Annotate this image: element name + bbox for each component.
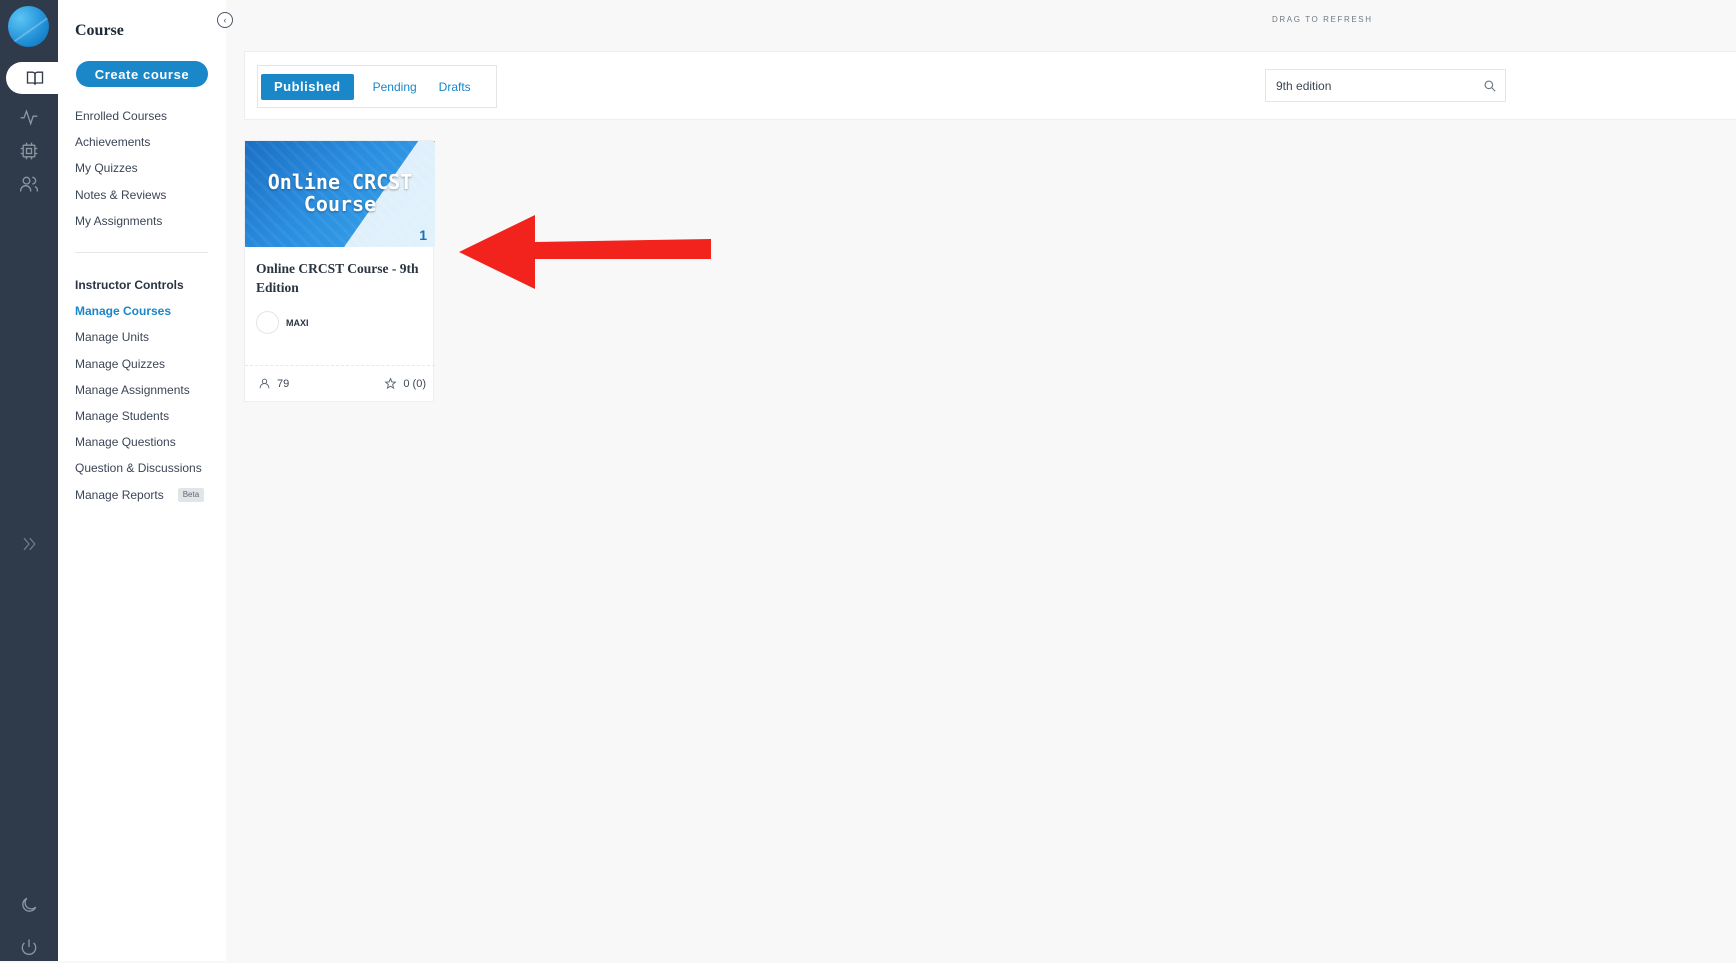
course-stats: 79 0 (0) <box>258 377 426 390</box>
avatar <box>256 311 279 334</box>
sidebar-item-notes-reviews[interactable]: Notes & Reviews <box>75 182 167 208</box>
sidebar-item-manage-students[interactable]: Manage Students <box>75 403 204 429</box>
students-value: 79 <box>277 377 290 390</box>
drag-to-refresh-hint: DRAG TO REFRESH <box>1272 15 1373 24</box>
book-icon <box>26 71 44 85</box>
thumbnail-badge: 1 <box>419 227 427 243</box>
rating-value: 0 (0) <box>403 377 426 390</box>
logout-button[interactable] <box>0 931 58 963</box>
moon-icon <box>22 897 37 912</box>
sidebar-item-manage-questions[interactable]: Manage Questions <box>75 429 204 455</box>
tab-pending[interactable]: Pending <box>362 74 428 100</box>
status-tabs: Published Pending Drafts <box>257 65 497 108</box>
sidebar-item-manage-quizzes[interactable]: Manage Quizzes <box>75 351 204 377</box>
sidebar-item-manage-courses[interactable]: Manage Courses <box>75 298 204 324</box>
user-icon <box>259 378 270 389</box>
thumbnail-text: Online CRCST Course <box>267 170 413 216</box>
student-count: 79 <box>258 377 289 390</box>
power-icon <box>21 939 37 955</box>
sidebar-item-my-quizzes[interactable]: My Quizzes <box>75 155 167 181</box>
course-thumbnail[interactable]: Online CRCST Course 1 <box>245 141 435 247</box>
dark-mode-button[interactable] <box>0 889 58 921</box>
beta-badge: Beta <box>177 488 205 503</box>
users-rail-button[interactable] <box>0 168 58 200</box>
search-input[interactable] <box>1276 79 1476 93</box>
icon-rail <box>0 0 64 963</box>
activity-rail-button[interactable] <box>0 101 58 133</box>
main-content: DRAG TO REFRESH Published Pending Drafts… <box>226 0 1736 961</box>
chip-icon <box>20 142 38 160</box>
course-rating: 0 (0) <box>384 377 426 390</box>
student-menu: Enrolled Courses Achievements My Quizzes… <box>75 103 167 234</box>
course-toolbar: Published Pending Drafts <box>244 51 1736 120</box>
chevrons-right-icon <box>23 537 36 551</box>
sidebar-item-achievements[interactable]: Achievements <box>75 129 167 155</box>
sidebar-item-manage-units[interactable]: Manage Units <box>75 324 204 350</box>
course-author: MAXI <box>256 311 309 334</box>
chip-rail-button[interactable] <box>0 135 58 167</box>
instructor-menu: Instructor Controls Manage Courses Manag… <box>75 272 205 508</box>
instructor-controls-heading: Instructor Controls <box>75 278 184 292</box>
app-logo[interactable] <box>8 6 49 47</box>
users-icon <box>20 176 38 192</box>
search-box <box>1265 69 1506 102</box>
activity-icon <box>20 109 38 126</box>
sidebar-title: Course <box>75 22 124 39</box>
course-card[interactable]: Online CRCST Course 1 Online CRCST Cours… <box>244 140 435 402</box>
sidebar-item-my-assignments[interactable]: My Assignments <box>75 208 167 234</box>
sidebar-divider <box>75 252 208 253</box>
expand-rail-button[interactable] <box>0 528 58 560</box>
tab-drafts[interactable]: Drafts <box>428 74 482 100</box>
sidebar-item-question-discussions[interactable]: Question & Discussions <box>75 455 204 481</box>
create-course-button[interactable]: Create course <box>76 61 208 87</box>
tab-published[interactable]: Published <box>261 73 354 100</box>
annotation-arrow <box>459 215 711 289</box>
course-title[interactable]: Online CRCST Course - 9th Edition <box>256 259 426 297</box>
sidebar: Course ‹ Create course Enrolled Courses … <box>58 0 233 961</box>
star-icon <box>384 377 397 390</box>
card-divider <box>245 365 435 366</box>
author-name: MAXI <box>286 317 309 328</box>
courses-rail-button[interactable] <box>6 62 64 94</box>
search-icon[interactable] <box>1483 79 1497 93</box>
sidebar-item-manage-assignments[interactable]: Manage Assignments <box>75 377 204 403</box>
sidebar-item-manage-reports[interactable]: Manage Reports Beta <box>75 482 205 508</box>
sidebar-item-enrolled-courses[interactable]: Enrolled Courses <box>75 103 167 129</box>
sidebar-item-label: Manage Reports <box>75 487 164 502</box>
